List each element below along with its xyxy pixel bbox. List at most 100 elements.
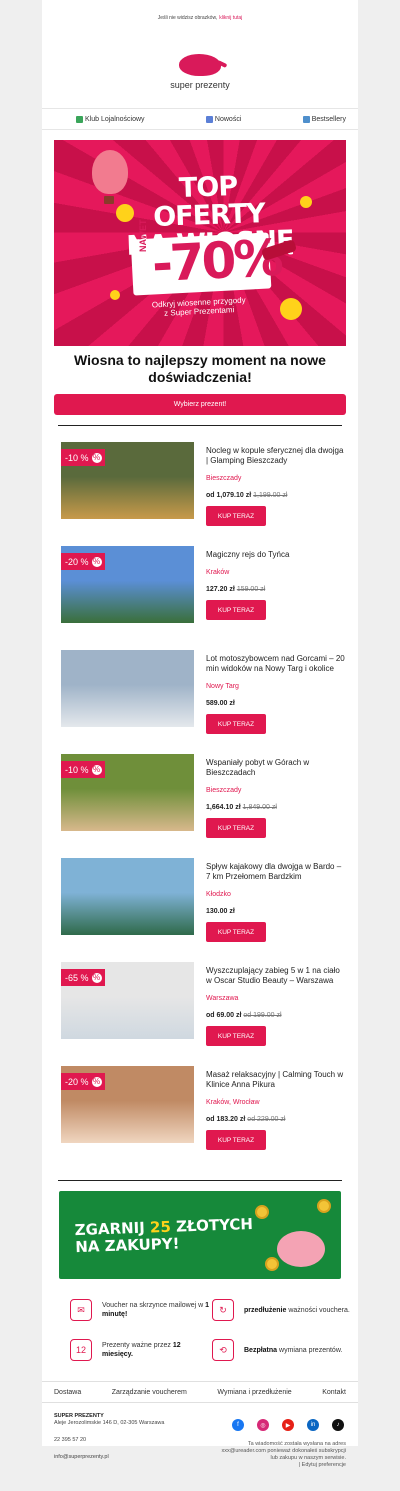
product-item: -20 %% Masaż relaksacyjny | Calming Touc… (42, 1066, 358, 1170)
flower-icon (110, 290, 120, 300)
headline: Wiosna to najlepszy moment na nowe doświ… (74, 352, 326, 385)
footer-link-voucher[interactable]: Zarządzanie voucherem (112, 1389, 187, 1396)
product-name[interactable]: Magiczny rejs do Tyńca (206, 550, 346, 560)
facebook-icon[interactable]: f (232, 1419, 244, 1431)
product-name[interactable]: Nocleg w kopule sferycznej dla dwojga | … (206, 446, 346, 466)
feature-text: przedłużenie ważności vouchera. (244, 1306, 350, 1314)
product-location: Warszawa (206, 995, 239, 1002)
feature-text: Bezpłatna wymiana prezentów. (244, 1346, 343, 1354)
buy-now-button[interactable]: KUP TERAZ (206, 1026, 266, 1046)
product-price-row: 589.00 zł (206, 700, 346, 707)
product-price-row: od 183.20 zł od 229.00 zł (206, 1116, 346, 1123)
product-price-row: od 1,079.10 zł 1,199.00 zł (206, 492, 346, 499)
product-list: -10 %% Nocleg w kopule sferycznej dla dw… (42, 442, 358, 1170)
product-name[interactable]: Lot motoszybowcem nad Gorcami – 20 min w… (206, 654, 346, 674)
buy-now-button[interactable]: KUP TERAZ (206, 818, 266, 838)
product-image[interactable] (61, 650, 194, 727)
buy-now-button[interactable]: KUP TERAZ (206, 922, 266, 942)
linkedin-icon[interactable]: in (307, 1419, 319, 1431)
calendar-extend-icon: ↻ (212, 1299, 234, 1321)
nav-item-bestsellery[interactable]: Bestsellery (302, 115, 346, 123)
buy-now-button[interactable]: KUP TERAZ (206, 506, 266, 526)
product-info: Magiczny rejs do Tyńca Kraków 127.20 zł 1… (206, 550, 346, 620)
product-location: Bieszczady (206, 787, 242, 794)
edit-preferences-link[interactable]: | Edytuj preferencje (206, 1462, 346, 1469)
nav-item-klub[interactable]: Klub Lojalnościowy (76, 115, 145, 123)
choose-gift-button[interactable]: Wybierz prezent! (54, 394, 346, 415)
product-image[interactable]: -65 %% (61, 962, 194, 1039)
product-image[interactable]: -10 %% (61, 754, 194, 831)
feature-voucher-email: ✉ Voucher na skrzynce mailowej w 1 minut… (70, 1299, 210, 1321)
hero-banner[interactable]: TOP OFERTY NA WIOSNĘ NAWET -70% Odkryj w… (54, 140, 346, 346)
product-name[interactable]: Wspaniały pobyt w Górach w Bieszczadach (206, 758, 346, 778)
nav-item-nowosci[interactable]: Nowości (205, 115, 241, 123)
percent-icon: % (91, 1076, 102, 1087)
legal-line: lub zakupu w naszym serwisie. (270, 1455, 346, 1461)
promo-amount: 25 (149, 1217, 172, 1237)
envelope-icon: ✉ (70, 1299, 92, 1321)
product-old-price: 159.00 zł (236, 586, 266, 593)
promo-text: ZGARNIJ 25 ZŁOTYCH NA ZAKUPY! (74, 1214, 254, 1257)
company-phone[interactable]: 22 395 57 20 (54, 1437, 164, 1444)
coin-icon (317, 1199, 331, 1213)
product-name[interactable]: Masaż relaksacyjny | Calming Touch w Kli… (206, 1070, 346, 1090)
youtube-icon[interactable]: ▶ (282, 1419, 294, 1431)
discount-badge: -65 %% (61, 969, 105, 986)
email-container: Jeśli nie widzisz obrazków, kliknij tuta… (42, 0, 358, 1468)
product-info: Masaż relaksacyjny | Calming Touch w Kli… (206, 1070, 346, 1150)
promo-banner[interactable]: ZGARNIJ 25 ZŁOTYCH NA ZAKUPY! (59, 1191, 341, 1279)
features: ✉ Voucher na skrzynce mailowej w 1 minut… (42, 1299, 358, 1369)
product-info: Wspaniały pobyt w Górach w Bieszczadach … (206, 758, 346, 838)
footer-link-exchange[interactable]: Wymiana i przedłużenie (217, 1389, 291, 1396)
promo-post: ZŁOTYCH (175, 1214, 254, 1236)
tiktok-icon[interactable]: ♪ (332, 1419, 344, 1431)
product-name[interactable]: Wyszczuplający zabieg 5 w 1 na ciało w O… (206, 966, 346, 986)
top-nav: Klub Lojalnościowy Nowości Bestsellery (42, 108, 358, 130)
buy-now-button[interactable]: KUP TERAZ (206, 600, 266, 620)
piggy-bank-icon (277, 1231, 325, 1267)
percent-icon: % (91, 556, 102, 567)
buy-now-button[interactable]: KUP TERAZ (206, 1130, 266, 1150)
product-name[interactable]: Spływ kajakowy dla dwojga w Bardo – 7 km… (206, 862, 346, 882)
product-old-price: 1,849.00 zł (242, 804, 277, 811)
nav-label: Klub Lojalnościowy (85, 115, 145, 123)
product-item: -10 %% Nocleg w kopule sferycznej dla dw… (42, 442, 358, 546)
product-price: od 69.00 zł (206, 1012, 242, 1019)
company-email[interactable]: info@superprezenty.pl (54, 1454, 164, 1461)
company-address: Aleje Jerozolimskie 146 D, 02-305 Warsza… (54, 1420, 165, 1426)
promo-line2: NA ZAKUPY! (75, 1234, 180, 1257)
company-block: SUPER PREZENTY Aleje Jerozolimskie 146 D… (54, 1413, 164, 1461)
new-icon (205, 115, 213, 123)
product-item: Spływ kajakowy dla dwojga w Bardo – 7 km… (42, 858, 358, 962)
product-image[interactable] (61, 858, 194, 935)
product-price: 130.00 zł (206, 908, 235, 915)
legal-line: Ta wiadomość została wysłana na adres (247, 1441, 346, 1447)
calendar-12-icon: 12 (70, 1339, 92, 1361)
preheader: Jeśli nie widzisz obrazków, kliknij tuta… (42, 0, 358, 36)
product-info: Lot motoszybowcem nad Gorcami – 20 min w… (206, 654, 346, 734)
product-image[interactable]: -10 %% (61, 442, 194, 519)
product-item: -65 %% Wyszczuplający zabieg 5 w 1 na ci… (42, 962, 358, 1066)
instagram-icon[interactable]: ◎ (257, 1419, 269, 1431)
product-image[interactable]: -20 %% (61, 546, 194, 623)
product-price-row: 130.00 zł (206, 908, 346, 915)
footer-link-contact[interactable]: Kontakt (322, 1389, 346, 1396)
flower-icon (300, 196, 312, 208)
bestseller-icon (302, 115, 310, 123)
logo-text: super prezenty (170, 80, 230, 90)
company-name: SUPER PREZENTY (54, 1413, 104, 1419)
buy-now-button[interactable]: KUP TERAZ (206, 714, 266, 734)
product-price: 127.20 zł (206, 586, 235, 593)
product-price: od 183.20 zł (206, 1116, 246, 1123)
discount-badge: -10 %% (61, 449, 105, 466)
gift-icon (76, 115, 83, 123)
product-price: 589.00 zł (206, 700, 235, 707)
preheader-text: Jeśli nie widzisz obrazków, (157, 15, 218, 21)
product-image[interactable]: -20 %% (61, 1066, 194, 1143)
logo[interactable]: super prezenty (42, 36, 358, 108)
banner-nawet: NAWET (138, 219, 148, 253)
discount-badge: -20 %% (61, 1073, 105, 1090)
view-in-browser-link[interactable]: kliknij tutaj (219, 15, 242, 21)
footer-link-delivery[interactable]: Dostawa (54, 1389, 81, 1396)
feature-extension: ↻ przedłużenie ważności vouchera. (212, 1299, 352, 1321)
